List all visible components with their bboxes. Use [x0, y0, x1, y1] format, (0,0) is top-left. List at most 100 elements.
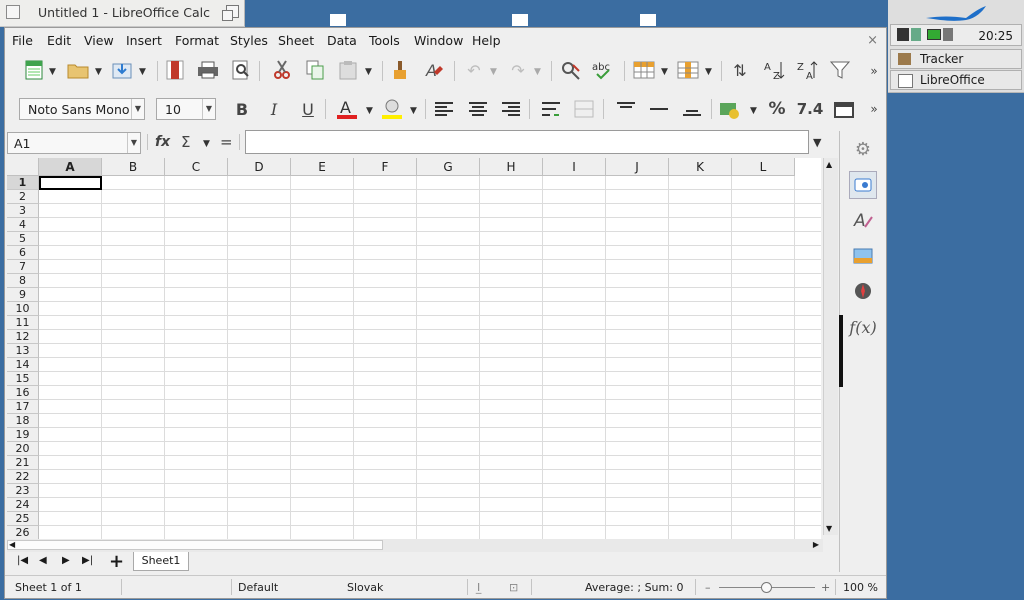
menu-sheet[interactable]: Sheet [278, 33, 314, 48]
row-header-23[interactable]: 23 [7, 484, 39, 498]
currency-format-icon[interactable] [717, 96, 743, 122]
open-folder-icon[interactable] [65, 57, 91, 83]
row-header-11[interactable]: 11 [7, 316, 39, 330]
row-header-22[interactable]: 22 [7, 470, 39, 484]
menu-styles[interactable]: Styles [230, 33, 268, 48]
gear-icon[interactable]: ⚙ [849, 135, 877, 163]
column-icon[interactable] [675, 57, 701, 83]
chevron-down-icon[interactable]: ▼ [410, 106, 417, 116]
row-header-7[interactable]: 7 [7, 260, 39, 274]
date-format-icon[interactable] [831, 96, 857, 122]
row-header-6[interactable]: 6 [7, 246, 39, 260]
sum-icon[interactable]: Σ [181, 133, 190, 151]
zoom-out-button[interactable]: – [705, 581, 711, 594]
align-center-icon[interactable] [465, 96, 491, 122]
clear-formatting-icon[interactable]: A [421, 57, 447, 83]
menu-data[interactable]: Data [327, 33, 357, 48]
window-restore-icon[interactable] [222, 5, 239, 21]
page-style[interactable]: Default [238, 581, 278, 594]
number-format-button[interactable]: 7.4 [797, 96, 824, 122]
highlight-color-icon[interactable] [379, 96, 405, 122]
column-header-j[interactable]: J [606, 158, 669, 176]
task-tracker[interactable]: Tracker [890, 49, 1022, 69]
row-header-10[interactable]: 10 [7, 302, 39, 316]
close-document-icon[interactable]: × [867, 33, 878, 48]
expand-formula-bar-icon[interactable]: ▼ [813, 136, 821, 149]
spreadsheet-grid[interactable]: ABCDEFGHIJKL 1 2 3 4 5 6 7 8 9 10 11 12 13 14 15 16 17 18… [7, 158, 821, 539]
scroll-right-icon[interactable]: ▶ [813, 540, 819, 549]
name-box[interactable]: A1 ▼ [7, 132, 141, 154]
document-modified-icon[interactable]: ⊡ [509, 581, 518, 594]
styles-icon[interactable]: A [849, 206, 877, 234]
menu-tools[interactable]: Tools [369, 33, 400, 48]
last-sheet-icon[interactable]: ▶| [82, 555, 93, 566]
workspace-icon[interactable] [897, 28, 909, 41]
column-header-l[interactable]: L [732, 158, 795, 176]
row-header-15[interactable]: 15 [7, 372, 39, 386]
add-sheet-button[interactable]: + [109, 551, 124, 572]
chevron-down-icon[interactable]: ▼ [49, 67, 56, 77]
column-header-a[interactable]: A [39, 158, 102, 176]
chevron-down-icon[interactable]: ▼ [490, 67, 497, 77]
new-document-icon[interactable] [21, 57, 47, 83]
wrap-text-icon[interactable] [538, 96, 564, 122]
column-header-e[interactable]: E [291, 158, 354, 176]
row-header-21[interactable]: 21 [7, 456, 39, 470]
align-top-icon[interactable] [613, 96, 639, 122]
undo-icon[interactable]: ↶ [461, 57, 487, 83]
row-header-18[interactable]: 18 [7, 414, 39, 428]
sort-ascending-icon[interactable]: AZ [761, 57, 787, 83]
vertical-scrollbar[interactable]: ▲ ▼ [823, 158, 838, 535]
row-header-3[interactable]: 3 [7, 204, 39, 218]
underline-button[interactable]: U [295, 96, 321, 122]
function-wizard-icon[interactable]: fx [155, 134, 170, 150]
zoom-level[interactable]: 100 % [843, 581, 878, 594]
chevron-down-icon[interactable]: ▼ [203, 139, 210, 149]
align-right-icon[interactable] [498, 96, 524, 122]
column-header-g[interactable]: G [417, 158, 480, 176]
chevron-down-icon[interactable]: ▼ [95, 67, 102, 77]
row-header-19[interactable]: 19 [7, 428, 39, 442]
font-name-box[interactable]: Noto Sans Mono ▼ [19, 98, 145, 120]
redo-icon[interactable]: ↷ [505, 57, 531, 83]
next-sheet-icon[interactable]: ▶ [62, 555, 70, 566]
row-header-5[interactable]: 5 [7, 232, 39, 246]
chevron-down-icon[interactable]: ▼ [127, 133, 140, 153]
chevron-down-icon[interactable]: ▼ [131, 99, 144, 119]
row-header-12[interactable]: 12 [7, 330, 39, 344]
bold-button[interactable]: B [229, 96, 255, 122]
chevron-down-icon[interactable]: ▼ [661, 67, 668, 77]
spelling-icon[interactable]: abc [591, 57, 617, 83]
battery-icon[interactable] [927, 29, 941, 40]
menu-view[interactable]: View [84, 33, 114, 48]
chevron-down-icon[interactable]: ▼ [534, 67, 541, 77]
font-color-icon[interactable]: A [334, 96, 360, 122]
chevron-down-icon[interactable]: ▼ [705, 67, 712, 77]
row-header-14[interactable]: 14 [7, 358, 39, 372]
zoom-slider-thumb[interactable] [761, 582, 772, 593]
gallery-icon[interactable] [849, 242, 877, 270]
column-header-c[interactable]: C [165, 158, 228, 176]
menu-help[interactable]: Help [472, 33, 501, 48]
menu-file[interactable]: File [12, 33, 33, 48]
volume-icon[interactable] [943, 28, 953, 41]
chevron-down-icon[interactable]: ▼ [202, 99, 215, 119]
scroll-up-icon[interactable]: ▲ [826, 160, 832, 169]
formula-input[interactable] [245, 130, 809, 154]
percent-format-button[interactable]: % [764, 96, 790, 122]
paste-icon[interactable] [335, 57, 361, 83]
font-size-box[interactable]: 10 ▼ [156, 98, 216, 120]
row-header-9[interactable]: 9 [7, 288, 39, 302]
copy-icon[interactable] [302, 57, 328, 83]
row-header-25[interactable]: 25 [7, 512, 39, 526]
horizontal-scroll-thumb[interactable] [7, 540, 383, 550]
scroll-left-icon[interactable]: ◀ [9, 540, 15, 549]
row-icon[interactable] [631, 57, 657, 83]
sidebar-collapse-handle[interactable] [839, 315, 843, 387]
sheet-tab-sheet1[interactable]: Sheet1 [133, 552, 189, 571]
row-header-16[interactable]: 16 [7, 386, 39, 400]
network-icon[interactable] [911, 28, 921, 41]
first-sheet-icon[interactable]: |◀ [17, 555, 28, 566]
select-all-corner[interactable] [7, 158, 39, 176]
formula-equals-icon[interactable]: = [220, 133, 233, 151]
